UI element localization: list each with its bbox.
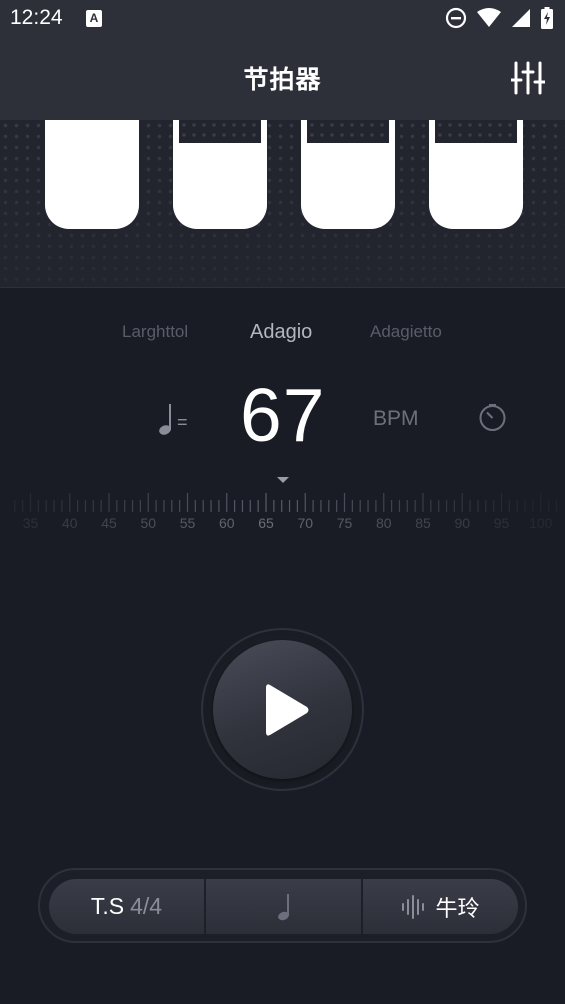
bottom-controls: T.S 4/4 牛玲 <box>38 868 527 943</box>
ruler-pointer-icon <box>277 477 289 483</box>
tempo-next[interactable]: Adagietto <box>370 322 442 342</box>
timer-button[interactable] <box>478 403 507 432</box>
sliders-icon <box>509 61 547 95</box>
settings-button[interactable] <box>509 60 547 96</box>
time-signature-button[interactable]: T.S 4/4 <box>49 879 204 934</box>
beat-pad-1[interactable] <box>45 120 139 229</box>
quarter-note-icon <box>159 404 171 435</box>
equals-sign: = <box>177 411 188 432</box>
ruler-label: 100 <box>529 515 553 531</box>
divider <box>0 287 565 288</box>
time-signature-value: 4/4 <box>130 893 163 919</box>
ruler-label: 65 <box>258 515 274 531</box>
beat-pad-2[interactable] <box>173 120 267 229</box>
battery-charging-icon <box>541 7 553 29</box>
page-title: 节拍器 <box>243 65 322 94</box>
beat-indicator <box>0 120 565 288</box>
ruler-label: 50 <box>140 515 156 531</box>
tempo-current: Adagio <box>250 321 313 343</box>
ruler-label: 80 <box>376 515 392 531</box>
bpm-value[interactable]: 67 <box>240 372 325 458</box>
tempo-previous[interactable]: Larghttol <box>122 322 188 342</box>
sound-label: 牛玲 <box>435 896 480 922</box>
ruler-label: 85 <box>415 515 431 531</box>
status-time: 12:24 <box>10 6 63 29</box>
waveform-icon <box>402 894 425 919</box>
ruler-label: 45 <box>101 515 117 531</box>
play-button[interactable] <box>201 628 364 791</box>
signal-icon <box>512 9 530 27</box>
notification-icon: A <box>86 10 102 27</box>
sound-button[interactable]: 牛玲 <box>361 879 518 934</box>
beat-pad-3[interactable] <box>301 120 395 229</box>
bpm-unit: BPM <box>373 407 419 430</box>
status-icons <box>445 7 553 29</box>
ruler-label: 95 <box>494 515 510 531</box>
status-bar: 12:24 A <box>0 0 565 38</box>
tempo-name-picker[interactable]: Larghttol Adagio Adagietto <box>0 321 565 352</box>
ruler-label: 75 <box>337 515 353 531</box>
bpm-ruler[interactable]: 35 40 45 50 55 60 65 70 75 80 85 90 95 100 <box>0 474 565 534</box>
ruler-label: 90 <box>454 515 470 531</box>
time-signature-label: T.S <box>90 893 125 919</box>
dnd-icon <box>445 7 467 29</box>
wifi-icon <box>477 8 501 27</box>
ruler-label: 60 <box>219 515 235 531</box>
subdivision-button[interactable] <box>204 879 361 934</box>
app-bar: 节拍器 <box>0 38 565 120</box>
ruler-label: 55 <box>180 515 196 531</box>
note-value: = <box>157 402 188 436</box>
bpm-display: = 67 BPM <box>0 372 565 462</box>
timer-icon <box>479 404 506 431</box>
beat-pad-4[interactable] <box>429 120 523 229</box>
quarter-note-icon <box>277 893 289 920</box>
ruler-label: 35 <box>23 515 39 531</box>
ruler-label: 70 <box>297 515 313 531</box>
play-icon <box>266 684 309 736</box>
ruler-label: 40 <box>62 515 78 531</box>
